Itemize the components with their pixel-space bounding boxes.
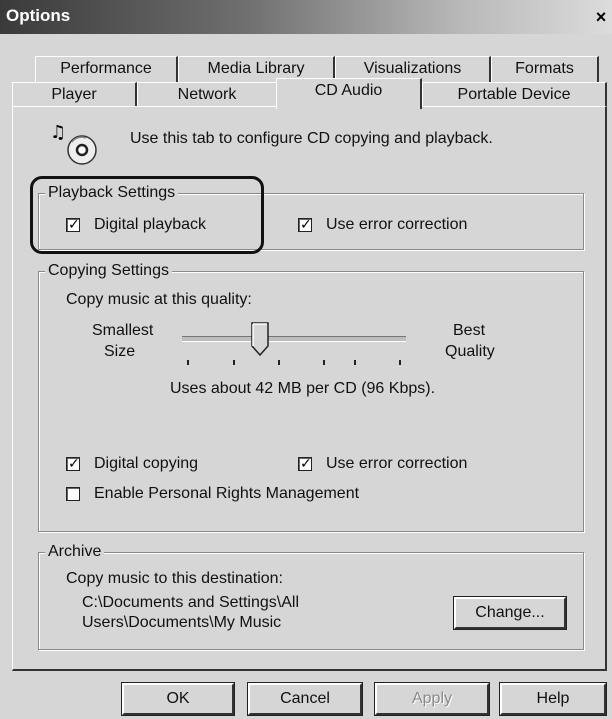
destination-path-line2: Users\Documents\My Music [82,614,282,631]
intro-text: Use this tab to configure CD copying and… [130,130,493,147]
slider-min-label-line2: Size [104,343,136,360]
playback-error-correction-checkbox[interactable]: ✓ [298,216,312,232]
tab-cd-audio[interactable]: CD Audio [276,78,422,109]
digital-copying-label[interactable]: Digital copying [94,455,198,473]
quality-slider-thumb[interactable] [251,322,269,361]
digital-copying-checkbox[interactable]: ✓ [66,455,80,471]
copying-settings-legend: Copying Settings [45,262,172,280]
slider-tick [187,360,189,365]
slider-max-label-line2: Quality [445,343,495,360]
tab-network[interactable]: Network [137,82,278,107]
cd-audio-icon: ♫ [42,116,102,166]
close-icon[interactable]: × [592,8,610,28]
slider-min-label-line1: Smallest [92,322,154,339]
cancel-button[interactable]: Cancel [247,682,363,716]
slider-tick [278,360,280,365]
tab-label: CD Audio [314,82,383,99]
quality-info-text: Uses about 42 MB per CD (96 Kbps). [170,380,436,397]
slider-tick [323,360,325,365]
destination-path-line1: C:\Documents and Settings\All [82,594,299,611]
change-button[interactable]: Change... [453,596,567,630]
window-title: Options [6,6,71,25]
tab-label: Portable Device [457,86,571,103]
tab-portable-device[interactable]: Portable Device [422,82,607,107]
check-icon: ✓ [300,455,312,471]
callout-highlight [30,176,264,254]
tab-label: Formats [515,60,574,77]
options-dialog: Options × Performance Media Library Visu… [0,0,612,719]
prm-checkbox[interactable] [66,487,80,501]
tab-performance[interactable]: Performance [35,56,178,82]
destination-label: Copy music to this destination: [66,570,283,587]
check-icon: ✓ [68,455,80,471]
apply-button[interactable]: Apply [374,682,490,716]
slider-tick [354,360,356,365]
tab-label: Player [51,86,97,103]
slider-max-label-line1: Best [453,322,486,339]
archive-legend: Archive [45,543,105,561]
prm-label[interactable]: Enable Personal Rights Management [94,485,359,503]
svg-text:♫: ♫ [50,122,66,143]
tab-player[interactable]: Player [12,82,137,107]
tab-formats[interactable]: Formats [491,56,599,82]
tab-label: Performance [60,60,152,77]
copying-error-correction-label[interactable]: Use error correction [326,455,467,473]
quality-label: Copy music at this quality: [66,291,252,308]
quality-slider-track[interactable] [182,336,406,342]
help-button[interactable]: Help [499,682,607,716]
tab-label: Network [177,86,237,103]
tab-label: Media Library [207,60,305,77]
title-bar[interactable]: Options × [0,0,612,34]
tab-label: Visualizations [363,60,462,77]
check-icon: ✓ [300,216,312,232]
slider-tick [233,360,235,365]
playback-error-correction-label[interactable]: Use error correction [326,216,467,234]
slider-tick [399,360,401,365]
ok-button[interactable]: OK [121,682,235,716]
copying-error-correction-checkbox[interactable]: ✓ [298,455,312,471]
